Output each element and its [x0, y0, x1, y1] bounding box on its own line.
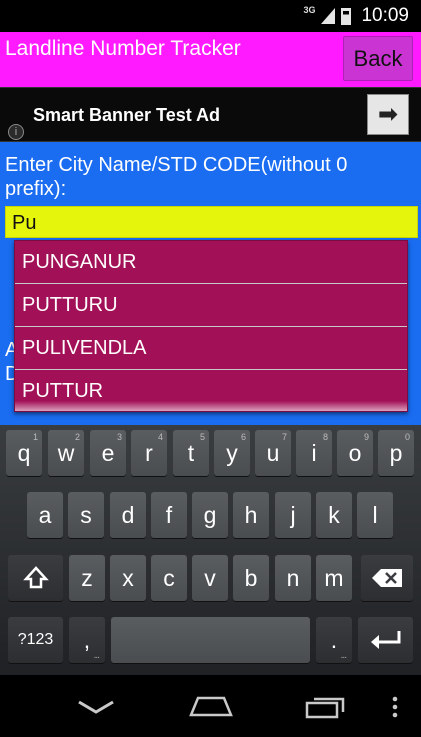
- key-k[interactable]: k: [316, 492, 352, 538]
- network-type: 3G: [303, 5, 316, 15]
- key-hint: 0: [404, 432, 410, 442]
- key-label: p: [389, 439, 403, 466]
- key-label: o: [348, 439, 362, 466]
- city-search-input[interactable]: Pu: [5, 206, 418, 238]
- key-h[interactable]: h: [233, 492, 269, 538]
- key-label: e: [101, 439, 115, 466]
- key-g[interactable]: g: [192, 492, 228, 538]
- key-z[interactable]: z: [69, 555, 105, 601]
- prompt-line-1: Enter City Name/STD CODE(without 0: [5, 154, 348, 176]
- space-key[interactable]: [111, 617, 310, 663]
- dropdown-scroll-fade: [15, 401, 407, 411]
- app-header: Landline Number Tracker Back: [0, 32, 421, 87]
- enter-key[interactable]: [358, 617, 413, 663]
- prompt-line-2: prefix):: [5, 178, 67, 200]
- enter-icon: [370, 631, 400, 649]
- key-c[interactable]: c: [151, 555, 187, 601]
- shift-key[interactable]: [8, 555, 63, 601]
- key-label: r: [145, 439, 153, 466]
- nav-home-icon[interactable]: [188, 695, 234, 717]
- back-button[interactable]: Back: [343, 36, 413, 81]
- key-label: ,: [83, 626, 91, 653]
- key-label: y: [226, 439, 238, 466]
- key-e[interactable]: e3: [90, 430, 126, 476]
- key-hint: 5: [199, 432, 205, 442]
- key-comma[interactable]: ,...: [69, 617, 105, 663]
- key-r[interactable]: r4: [131, 430, 167, 476]
- nav-back-icon[interactable]: [76, 699, 116, 715]
- key-s[interactable]: s: [68, 492, 104, 538]
- key-label: .: [330, 626, 338, 653]
- backspace-key[interactable]: [361, 555, 413, 601]
- key-a[interactable]: a: [27, 492, 63, 538]
- clock: 10:09: [361, 5, 409, 26]
- suggestion-item[interactable]: PUTTURU: [15, 284, 407, 327]
- shift-icon: [22, 566, 49, 589]
- soft-keyboard: q1 w2 e3 r4 t5 y6 u7 i8 o9 p0 a s d f g …: [0, 425, 421, 675]
- city-prompt-label: Enter City Name/STD CODE(without 0 prefi…: [5, 153, 415, 201]
- autocomplete-dropdown: PUNGANUR PUTTURU PULIVENDLA PUTTUR: [14, 240, 408, 412]
- backspace-icon: [372, 569, 402, 587]
- key-hint: 2: [74, 432, 80, 442]
- key-f[interactable]: f: [151, 492, 187, 538]
- symbols-key[interactable]: ?123: [8, 617, 63, 663]
- key-hint: 8: [322, 432, 328, 442]
- key-w[interactable]: w2: [48, 430, 84, 476]
- key-hint: 6: [240, 432, 246, 442]
- key-hint: 9: [363, 432, 369, 442]
- ad-info-icon[interactable]: i: [8, 124, 24, 140]
- key-b[interactable]: b: [233, 555, 269, 601]
- key-v[interactable]: v: [192, 555, 228, 601]
- key-hint: 1: [32, 432, 38, 442]
- navigation-bar: [0, 675, 421, 737]
- key-hint: 4: [157, 432, 163, 442]
- key-i[interactable]: i8: [296, 430, 332, 476]
- key-u[interactable]: u7: [255, 430, 291, 476]
- key-label: i: [311, 439, 317, 466]
- key-p[interactable]: p0: [378, 430, 414, 476]
- status-bar: 3G 10:09: [0, 0, 421, 32]
- key-label: q: [17, 439, 31, 466]
- key-hint: 7: [281, 432, 287, 442]
- key-period[interactable]: ....: [316, 617, 352, 663]
- app-title: Landline Number Tracker: [5, 37, 241, 60]
- suggestion-item[interactable]: PULIVENDLA: [15, 327, 407, 370]
- key-t[interactable]: t5: [173, 430, 209, 476]
- ad-arrow-icon[interactable]: ➡: [367, 94, 409, 135]
- battery-icon: [341, 7, 352, 25]
- key-x[interactable]: x: [110, 555, 146, 601]
- key-l[interactable]: l: [357, 492, 393, 538]
- nav-recents-icon[interactable]: [304, 695, 346, 719]
- nav-menu-icon[interactable]: [391, 695, 399, 719]
- key-q[interactable]: q1: [6, 430, 42, 476]
- ad-text: Smart Banner Test Ad: [33, 105, 221, 125]
- key-j[interactable]: j: [275, 492, 311, 538]
- key-label: t: [187, 439, 195, 466]
- key-label: u: [266, 439, 280, 466]
- key-d[interactable]: d: [110, 492, 146, 538]
- more-keys-dots: ...: [340, 650, 347, 661]
- more-keys-dots: ...: [93, 650, 100, 661]
- key-y[interactable]: y6: [214, 430, 250, 476]
- key-label: w: [57, 439, 75, 466]
- key-hint: 3: [116, 432, 122, 442]
- signal-icon: [321, 8, 336, 24]
- key-m[interactable]: m: [316, 555, 352, 601]
- key-n[interactable]: n: [275, 555, 311, 601]
- key-o[interactable]: o9: [337, 430, 373, 476]
- suggestion-item[interactable]: PUNGANUR: [15, 241, 407, 284]
- ad-banner[interactable]: Smart Banner Test Ad ➡ i: [0, 87, 421, 142]
